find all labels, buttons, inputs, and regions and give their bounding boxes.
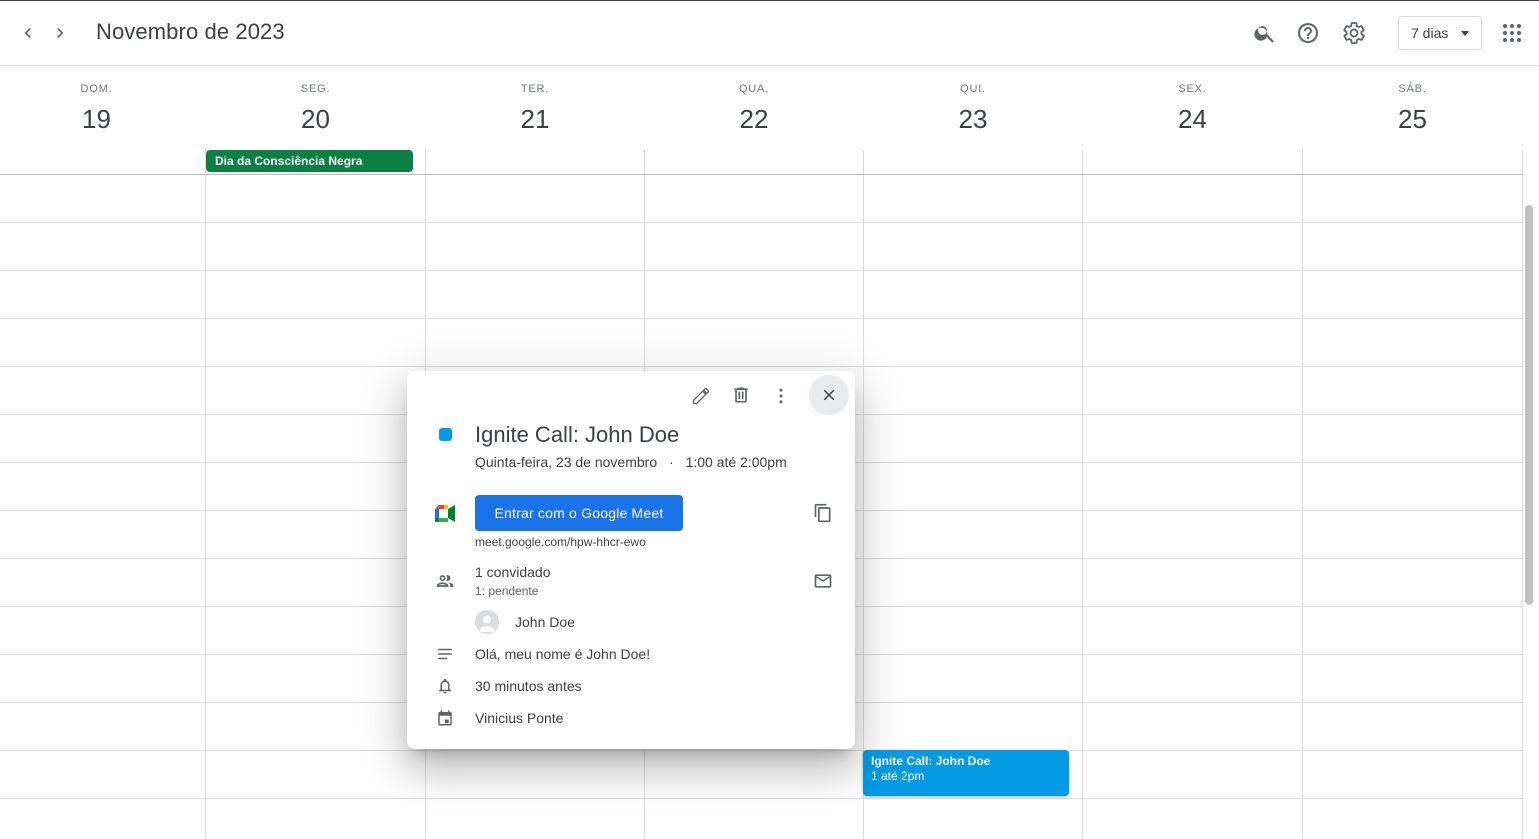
- day-column-divider: [1082, 150, 1083, 839]
- day-of-week-label: SEX.: [1178, 83, 1207, 95]
- view-selector-label: 7 dias: [1411, 25, 1449, 41]
- search-icon: [1254, 26, 1274, 43]
- all-day-event[interactable]: Dia da Consciência Negra: [206, 150, 413, 172]
- calendar-icon: [435, 708, 455, 728]
- chevron-left-icon: [24, 28, 31, 38]
- bell-icon: [435, 676, 455, 696]
- day-of-week-label: QUI.: [960, 83, 986, 95]
- previous-week-button[interactable]: [14, 17, 42, 49]
- day-header-thursday[interactable]: QUI. 23: [864, 66, 1082, 150]
- event-datetime: Quinta-feira, 23 de novembro · 1:00 até …: [475, 454, 787, 470]
- calendar-event[interactable]: Ignite Call: John Doe 1 até 2pm: [863, 750, 1069, 796]
- day-header-sunday[interactable]: DOM. 19: [0, 66, 193, 150]
- more-options-button[interactable]: [763, 378, 799, 414]
- event-date: Quinta-feira, 23 de novembro: [475, 454, 658, 470]
- day-header-saturday[interactable]: SÁB. 25: [1303, 66, 1522, 150]
- hour-line: [0, 798, 1522, 799]
- day-header-friday[interactable]: SEX. 24: [1083, 66, 1302, 150]
- guests-count: 1 convidado: [475, 564, 551, 580]
- reminder-text: 30 minutos antes: [475, 678, 582, 694]
- vertical-scrollbar[interactable]: [1525, 205, 1533, 605]
- event-title: Ignite Call: John Doe: [871, 754, 991, 768]
- event-time-range: 1:00 até 2:00pm: [685, 454, 787, 470]
- day-column-divider: [863, 150, 864, 839]
- dropdown-arrow-icon: [1461, 31, 1469, 36]
- day-column-divider: [1522, 150, 1523, 839]
- all-day-separator: [0, 174, 1522, 175]
- day-of-week-label: SEG.: [300, 83, 331, 95]
- description-icon: [435, 644, 455, 664]
- mail-icon: [814, 574, 832, 588]
- day-of-week-label: TER.: [520, 83, 550, 95]
- day-of-week-label: DOM.: [80, 83, 113, 95]
- avatar: [475, 610, 499, 634]
- trash-icon: [734, 387, 748, 403]
- guests-status: 1: pendente: [475, 584, 539, 598]
- guest-name[interactable]: John Doe: [515, 614, 575, 630]
- calendar-owner: Vinicius Ponte: [475, 710, 564, 726]
- day-header-tuesday[interactable]: TER. 21: [426, 66, 644, 150]
- day-header-wednesday[interactable]: QUA. 22: [645, 66, 863, 150]
- edit-event-button[interactable]: [683, 378, 719, 414]
- day-of-week-label: SÁB.: [1398, 83, 1427, 95]
- day-number[interactable]: 22: [645, 104, 863, 135]
- hour-line: [0, 366, 1522, 367]
- event-title: Ignite Call: John Doe: [475, 422, 680, 447]
- more-vert-icon: [779, 388, 783, 404]
- day-number[interactable]: 25: [1303, 104, 1522, 135]
- event-time: 1 até 2pm: [871, 769, 925, 783]
- app-header: Novembro de 2023 7 dias: [0, 1, 1539, 66]
- day-column-divider: [205, 150, 206, 839]
- email-guests-button[interactable]: [805, 563, 841, 599]
- day-of-week-label: QUA.: [738, 83, 770, 95]
- hour-line: [0, 222, 1522, 223]
- day-header-monday[interactable]: SEG. 20: [206, 66, 425, 150]
- event-color-swatch: [439, 428, 452, 441]
- search-button[interactable]: [1247, 15, 1283, 51]
- delete-event-button[interactable]: [723, 377, 759, 413]
- day-number[interactable]: 21: [426, 104, 644, 135]
- hour-line: [0, 750, 1522, 751]
- settings-icon: [1343, 22, 1365, 44]
- day-number[interactable]: 20: [206, 104, 425, 135]
- help-button[interactable]: [1290, 15, 1326, 51]
- settings-button[interactable]: [1336, 15, 1372, 51]
- help-icon: [1298, 23, 1318, 43]
- apps-grid-icon: [1503, 24, 1521, 42]
- close-popup-button[interactable]: [809, 375, 849, 415]
- copy-icon: [814, 503, 831, 523]
- apps-button[interactable]: [1494, 15, 1530, 51]
- day-number[interactable]: 24: [1083, 104, 1302, 135]
- copy-link-button[interactable]: [805, 495, 841, 531]
- day-column-divider: [1302, 150, 1303, 839]
- event-details-popup: Ignite Call: John Doe Quinta-feira, 23 d…: [407, 371, 855, 749]
- google-meet-icon: [435, 503, 455, 523]
- close-icon: [823, 389, 835, 401]
- pencil-icon: [692, 387, 710, 405]
- chevron-right-icon: [57, 28, 64, 38]
- event-description: Olá, meu nome é John Doe!: [475, 646, 651, 662]
- page-title: Novembro de 2023: [96, 19, 285, 44]
- day-number[interactable]: 23: [864, 104, 1082, 135]
- datetime-separator: ·: [669, 454, 674, 470]
- day-number[interactable]: 19: [0, 104, 193, 135]
- people-icon: [435, 571, 455, 591]
- hour-line: [0, 270, 1522, 271]
- view-selector[interactable]: 7 dias: [1398, 16, 1482, 50]
- next-week-button[interactable]: [46, 17, 74, 49]
- join-google-meet-button[interactable]: Entrar com o Google Meet: [475, 495, 683, 531]
- hour-line: [0, 318, 1522, 319]
- meet-link[interactable]: meet.google.com/hpw-hhcr-ewo: [475, 535, 646, 549]
